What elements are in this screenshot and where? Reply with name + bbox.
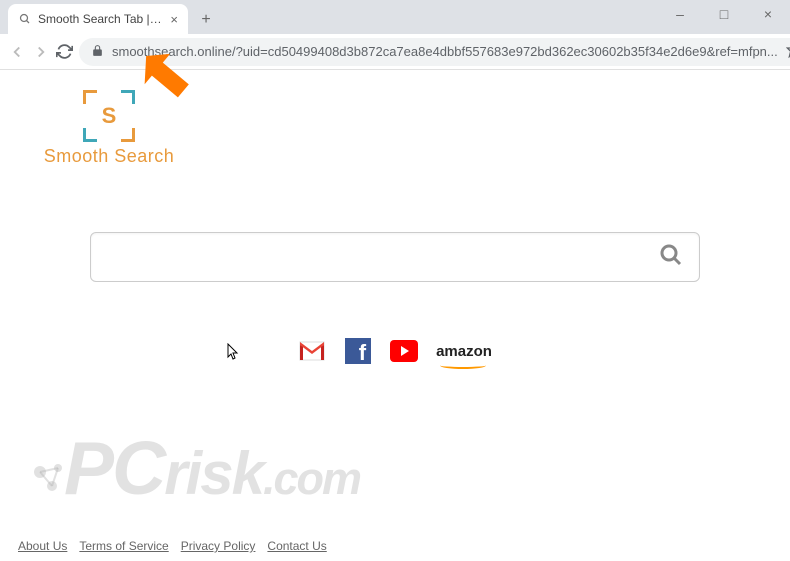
tab-bar: Smooth Search Tab | Search × + – □ ×	[0, 0, 790, 34]
cursor-icon	[227, 343, 241, 364]
footer: About Us Terms of Service Privacy Policy…	[18, 539, 327, 553]
search-input[interactable]	[107, 248, 659, 266]
lock-icon	[91, 44, 104, 60]
amazon-link[interactable]: amazon	[436, 337, 492, 365]
quick-links: amazon	[20, 337, 770, 365]
footer-about-link[interactable]: About Us	[18, 539, 67, 553]
search-icon	[18, 12, 32, 26]
search-box	[90, 232, 700, 282]
arrow-annotation	[140, 46, 200, 111]
footer-terms-link[interactable]: Terms of Service	[79, 539, 168, 553]
facebook-link[interactable]	[344, 337, 372, 365]
minimize-button[interactable]: –	[658, 0, 702, 28]
footer-contact-link[interactable]: Contact Us	[267, 539, 326, 553]
new-tab-button[interactable]: +	[192, 6, 220, 34]
watermark-dots-icon	[30, 458, 70, 498]
search-container	[90, 232, 700, 282]
browser-toolbar: smoothsearch.online/?uid=cd50499408d3b87…	[0, 34, 790, 70]
forward-button[interactable]	[32, 38, 50, 66]
star-icon[interactable]	[786, 42, 790, 61]
gmail-icon	[299, 341, 325, 361]
search-button[interactable]	[659, 243, 683, 272]
window-controls: – □ ×	[658, 0, 790, 28]
close-icon[interactable]: ×	[170, 12, 178, 27]
logo-icon: S	[83, 90, 135, 142]
back-button[interactable]	[8, 38, 26, 66]
url-text: smoothsearch.online/?uid=cd50499408d3b87…	[112, 44, 778, 59]
reload-button[interactable]	[56, 38, 73, 66]
maximize-button[interactable]: □	[702, 0, 746, 28]
youtube-link[interactable]	[390, 337, 418, 365]
page-content: S Smooth Search amazon	[0, 70, 790, 561]
facebook-icon	[345, 338, 371, 364]
arrow-icon	[140, 46, 200, 106]
tab-title: Smooth Search Tab | Search	[38, 12, 164, 26]
close-button[interactable]: ×	[746, 0, 790, 28]
browser-tab[interactable]: Smooth Search Tab | Search ×	[8, 4, 188, 34]
youtube-icon	[390, 340, 418, 362]
gmail-link[interactable]	[298, 337, 326, 365]
watermark: PCrisk.com	[30, 425, 360, 511]
footer-privacy-link[interactable]: Privacy Policy	[181, 539, 256, 553]
logo-text: Smooth Search	[44, 146, 175, 167]
